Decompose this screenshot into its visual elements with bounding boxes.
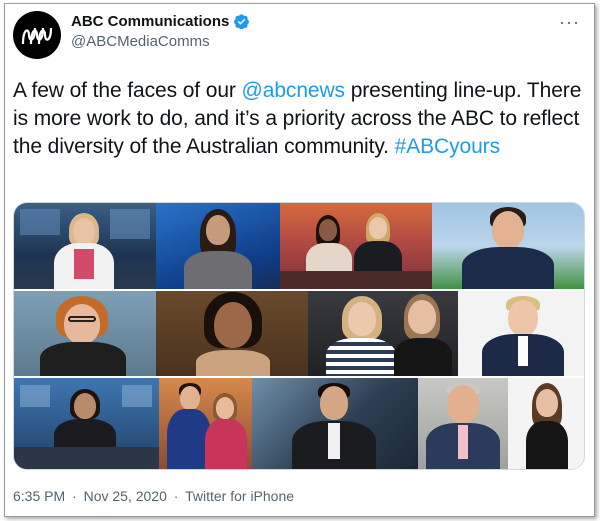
media-photo	[458, 290, 584, 377]
hashtag-link[interactable]: #ABCyours	[395, 135, 500, 158]
tweet-source[interactable]: Twitter for iPhone	[185, 488, 294, 504]
avatar[interactable]	[13, 11, 61, 59]
tweet-text-part: A few of the faces of our	[13, 79, 242, 102]
media-photo	[308, 290, 458, 377]
tweet-time[interactable]: 6:35 PM	[13, 488, 65, 504]
media-photo	[508, 377, 584, 469]
media-photo	[159, 377, 252, 469]
media-divider	[14, 376, 584, 378]
meta-separator: ·	[173, 488, 179, 504]
tweet-card: ABC Communications @ABCMediaComms ··· A …	[4, 3, 595, 517]
media-divider	[14, 289, 584, 291]
media-collage[interactable]	[13, 202, 585, 470]
tweet-meta: 6:35 PM · Nov 25, 2020 · Twitter for iPh…	[13, 488, 297, 504]
media-photo	[432, 203, 584, 290]
tweet-header: ABC Communications @ABCMediaComms ···	[13, 11, 586, 59]
tweet-date[interactable]: Nov 25, 2020	[84, 488, 167, 504]
abc-logo-icon	[21, 27, 53, 45]
account-names: ABC Communications @ABCMediaComms	[71, 13, 250, 50]
media-photo	[14, 290, 156, 377]
media-photo	[156, 290, 308, 377]
display-name[interactable]: ABC Communications	[71, 13, 229, 30]
media-photo	[418, 377, 508, 469]
media-photo	[280, 203, 432, 290]
tweet-text: A few of the faces of our @abcnews prese…	[13, 77, 583, 161]
verified-badge-icon	[234, 14, 250, 30]
media-photo	[156, 203, 280, 290]
media-photo	[252, 377, 418, 469]
media-photo	[14, 377, 159, 469]
mention-link[interactable]: @abcnews	[242, 79, 346, 102]
more-icon[interactable]: ···	[559, 13, 580, 31]
media-photo	[14, 203, 156, 290]
account-handle[interactable]: @ABCMediaComms	[71, 33, 250, 50]
meta-separator: ·	[72, 488, 77, 504]
